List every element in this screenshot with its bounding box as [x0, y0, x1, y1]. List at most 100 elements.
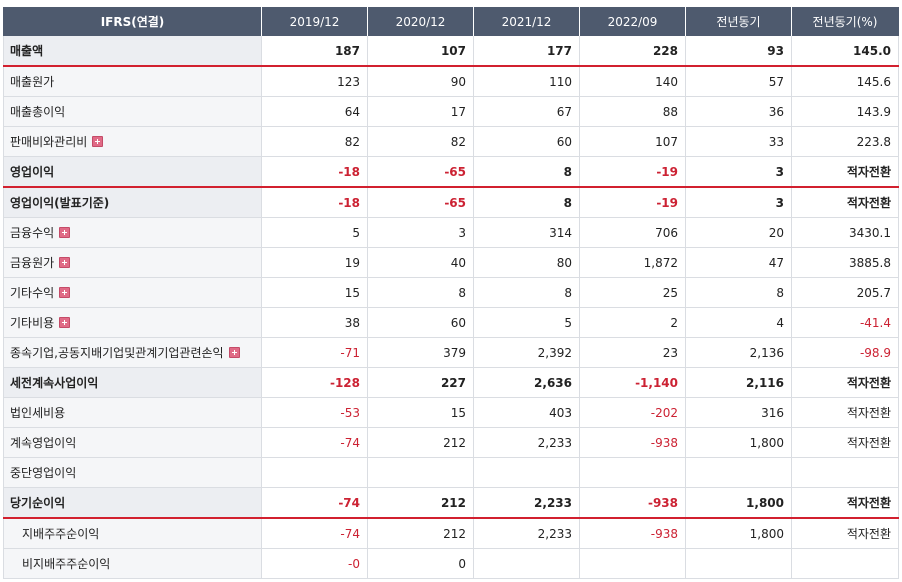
value-cell: 38 — [261, 307, 368, 338]
value-cell: -1,140 — [579, 367, 686, 398]
row-label: 종속기업,공동지배기업및관계기업관련손익 — [10, 346, 224, 360]
value-cell: 1,872 — [579, 247, 686, 278]
value-cell: 93 — [685, 36, 792, 67]
value-cell: 25 — [579, 277, 686, 308]
row-label-cell: 세전계속사업이익 — [3, 367, 262, 398]
value-cell: 1,800 — [685, 427, 792, 458]
value-cell: 3 — [685, 187, 792, 218]
value-cell: 17 — [367, 96, 474, 127]
value-cell: 15 — [367, 397, 474, 428]
row-label: 기타수익 — [10, 286, 55, 300]
value-cell: 107 — [579, 126, 686, 157]
plus-square-icon[interactable] — [228, 347, 240, 358]
value-cell: 107 — [367, 36, 474, 67]
value-cell: 20 — [685, 217, 792, 248]
header-2021-12: 2021/12 — [473, 7, 580, 36]
value-cell: -128 — [261, 367, 368, 398]
value-cell: 143.9 — [791, 96, 899, 127]
value-cell: 60 — [367, 307, 474, 338]
value-cell: -98.9 — [791, 337, 899, 368]
row-label-cell[interactable]: 종속기업,공동지배기업및관계기업관련손익 — [3, 337, 262, 368]
value-cell: 3430.1 — [791, 217, 899, 248]
value-cell: -18 — [261, 156, 368, 188]
value-cell: 1,800 — [685, 518, 792, 549]
value-cell: -938 — [579, 427, 686, 458]
value-cell: 80 — [473, 247, 580, 278]
row-label: 매출총이익 — [10, 105, 66, 119]
header-row: IFRS(연결) 2019/12 2020/12 2021/12 2022/09… — [3, 7, 899, 36]
value-cell: 8 — [473, 156, 580, 188]
table-header: IFRS(연결) 2019/12 2020/12 2021/12 2022/09… — [3, 7, 899, 36]
row-label: 법인세비용 — [10, 406, 66, 420]
value-cell: 212 — [367, 518, 474, 549]
value-cell: -65 — [367, 156, 474, 188]
row-label-cell[interactable]: 금융수익 — [3, 217, 262, 248]
value-cell: 90 — [367, 66, 474, 97]
row-label-cell[interactable]: 금융원가 — [3, 247, 262, 278]
value-cell: 적자전환 — [791, 156, 899, 188]
value-cell: -938 — [579, 487, 686, 519]
row-label: 중단영업이익 — [10, 466, 77, 480]
value-cell: -74 — [261, 487, 368, 519]
row-label-cell[interactable]: 기타비용 — [3, 307, 262, 338]
value-cell: 2 — [579, 307, 686, 338]
value-cell: 67 — [473, 96, 580, 127]
value-cell: 적자전환 — [791, 427, 899, 458]
table-row: 계속영업이익 -74 212 2,233 -938 1,800 적자전환 — [3, 427, 899, 458]
value-cell: -71 — [261, 337, 368, 368]
header-prev-period: 전년동기 — [685, 7, 792, 36]
row-label: 세전계속사업이익 — [10, 376, 99, 390]
row-label: 계속영업이익 — [10, 436, 77, 450]
value-cell — [367, 457, 474, 488]
value-cell: 212 — [367, 487, 474, 519]
table-row: 법인세비용 -53 15 403 -202 316 적자전환 — [3, 397, 899, 428]
value-cell: 8 — [685, 277, 792, 308]
header-ifrs: IFRS(연결) — [3, 7, 262, 36]
value-cell: 177 — [473, 36, 580, 67]
row-label: 영업이익 — [10, 165, 55, 179]
row-label-cell: 계속영업이익 — [3, 427, 262, 458]
value-cell: 1,800 — [685, 487, 792, 519]
table-row: 영업이익(발표기준) -18 -65 8 -19 3 적자전환 — [3, 187, 899, 218]
value-cell: 47 — [685, 247, 792, 278]
header-2019-12: 2019/12 — [261, 7, 368, 36]
value-cell: 5 — [473, 307, 580, 338]
value-cell: 36 — [685, 96, 792, 127]
value-cell: 적자전환 — [791, 367, 899, 398]
plus-square-icon[interactable] — [59, 227, 71, 238]
row-label-cell: 지배주주순이익 — [3, 518, 262, 549]
value-cell: 3885.8 — [791, 247, 899, 278]
table-row: 중단영업이익 — [3, 457, 899, 488]
row-label-cell: 중단영업이익 — [3, 457, 262, 488]
value-cell — [791, 457, 899, 488]
row-label: 금융수익 — [10, 226, 55, 240]
table-row: 판매비와관리비 82 82 60 107 33 223.8 — [3, 126, 899, 157]
row-label-cell[interactable]: 기타수익 — [3, 277, 262, 308]
value-cell: 2,636 — [473, 367, 580, 398]
value-cell: 2,233 — [473, 487, 580, 519]
table-row: 매출액 187 107 177 228 93 145.0 — [3, 36, 899, 67]
table-row: 기타수익 15 8 8 25 8 205.7 — [3, 277, 899, 308]
value-cell: 123 — [261, 66, 368, 97]
value-cell: 33 — [685, 126, 792, 157]
row-label-cell: 매출액 — [3, 36, 262, 67]
value-cell — [579, 457, 686, 488]
value-cell: 82 — [261, 126, 368, 157]
row-label-cell[interactable]: 판매비와관리비 — [3, 126, 262, 157]
value-cell: 적자전환 — [791, 187, 899, 218]
value-cell: -0 — [261, 548, 368, 579]
plus-square-icon[interactable] — [59, 287, 71, 298]
value-cell: 228 — [579, 36, 686, 67]
value-cell — [261, 457, 368, 488]
plus-square-icon[interactable] — [92, 136, 104, 147]
value-cell: 40 — [367, 247, 474, 278]
table-row: 영업이익 -18 -65 8 -19 3 적자전환 — [3, 156, 899, 188]
row-label: 영업이익(발표기준) — [10, 196, 110, 210]
value-cell: 223.8 — [791, 126, 899, 157]
plus-square-icon[interactable] — [59, 257, 71, 268]
table-row: 비지배주주순이익 -0 0 — [3, 548, 899, 579]
value-cell: 2,116 — [685, 367, 792, 398]
row-label-cell: 영업이익 — [3, 156, 262, 188]
table-row: 세전계속사업이익 -128 227 2,636 -1,140 2,116 적자전환 — [3, 367, 899, 398]
plus-square-icon[interactable] — [59, 317, 71, 328]
